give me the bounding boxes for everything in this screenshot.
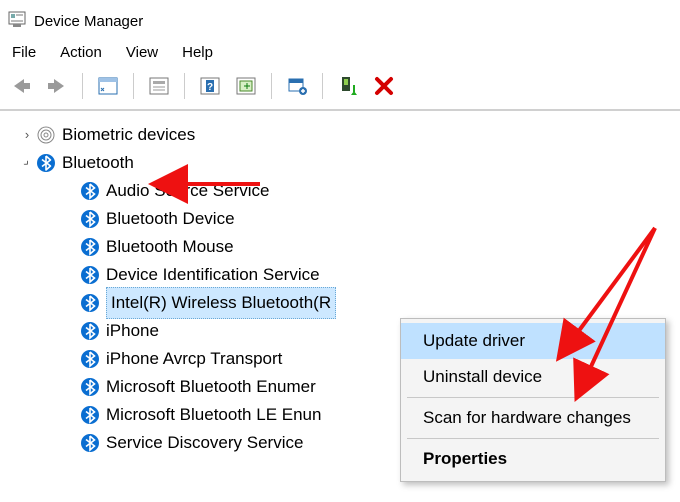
bluetooth-icon [80, 181, 100, 201]
scan-button[interactable] [231, 71, 261, 101]
bluetooth-icon [80, 349, 100, 369]
tree-item-label: Intel(R) Wireless Bluetooth(R [106, 287, 336, 320]
context-menu-uninstall-device[interactable]: Uninstall device [401, 359, 665, 395]
tree-item-selected[interactable]: Intel(R) Wireless Bluetooth(R [80, 289, 676, 317]
context-menu-properties[interactable]: Properties [401, 441, 665, 477]
bluetooth-icon [80, 237, 100, 257]
bluetooth-icon [80, 293, 100, 313]
menubar: File Action View Help [0, 38, 680, 65]
menu-help[interactable]: Help [182, 44, 213, 61]
toolbar-separator [322, 73, 323, 99]
tree-item-label: Audio Source Service [106, 177, 269, 206]
tree-node-biometric[interactable]: › Biometric devices [18, 121, 676, 149]
tree-item-label: Service Discovery Service [106, 429, 303, 458]
bluetooth-icon [80, 209, 100, 229]
tree-item[interactable]: Audio Source Service [80, 177, 676, 205]
context-menu-update-driver[interactable]: Update driver [401, 323, 665, 359]
show-hide-console-button[interactable] [93, 71, 123, 101]
toolbar-separator [184, 73, 185, 99]
tree-item[interactable]: Bluetooth Mouse [80, 233, 676, 261]
context-menu-separator [407, 397, 659, 398]
tree-item-label: Bluetooth Mouse [106, 233, 234, 262]
bluetooth-icon [80, 405, 100, 425]
expand-collapsed-icon[interactable]: › [18, 124, 36, 146]
toolbar-separator [271, 73, 272, 99]
update-driver-button[interactable] [282, 71, 312, 101]
toolbar-separator [82, 73, 83, 99]
context-menu-separator [407, 438, 659, 439]
tree-item-label: Bluetooth Device [106, 205, 235, 234]
enable-device-button[interactable] [333, 71, 363, 101]
bluetooth-icon [80, 433, 100, 453]
bluetooth-icon [80, 377, 100, 397]
menu-file[interactable]: File [12, 44, 36, 61]
window-title: Device Manager [34, 13, 143, 30]
uninstall-device-button[interactable] [369, 71, 399, 101]
forward-button[interactable] [42, 71, 72, 101]
toolbar-separator [133, 73, 134, 99]
tree-item[interactable]: Bluetooth Device [80, 205, 676, 233]
bluetooth-icon [80, 321, 100, 341]
context-menu-scan[interactable]: Scan for hardware changes [401, 400, 665, 436]
tree-item-label: Device Identification Service [106, 261, 320, 290]
tree-item-label: iPhone [106, 317, 159, 346]
tree-node-bluetooth[interactable]: › Bluetooth [18, 149, 676, 177]
back-button[interactable] [6, 71, 36, 101]
context-menu: Update driver Uninstall device Scan for … [400, 318, 666, 482]
menu-action[interactable]: Action [60, 44, 102, 61]
tree-item-label: Microsoft Bluetooth LE Enun [106, 401, 321, 430]
tree-node-label: Biometric devices [62, 121, 195, 150]
tree-item-label: iPhone Avrcp Transport [106, 345, 282, 374]
help-button[interactable]: ? [195, 71, 225, 101]
titlebar: Device Manager [0, 0, 680, 38]
properties-button[interactable] [144, 71, 174, 101]
bluetooth-icon [80, 265, 100, 285]
menu-view[interactable]: View [126, 44, 158, 61]
toolbar: ? [0, 65, 680, 111]
svg-text:?: ? [207, 82, 213, 93]
biometric-icon [36, 125, 56, 145]
tree-item[interactable]: Device Identification Service [80, 261, 676, 289]
tree-item-label: Microsoft Bluetooth Enumer [106, 373, 316, 402]
app-icon [8, 11, 26, 32]
tree-node-label: Bluetooth [62, 149, 134, 178]
